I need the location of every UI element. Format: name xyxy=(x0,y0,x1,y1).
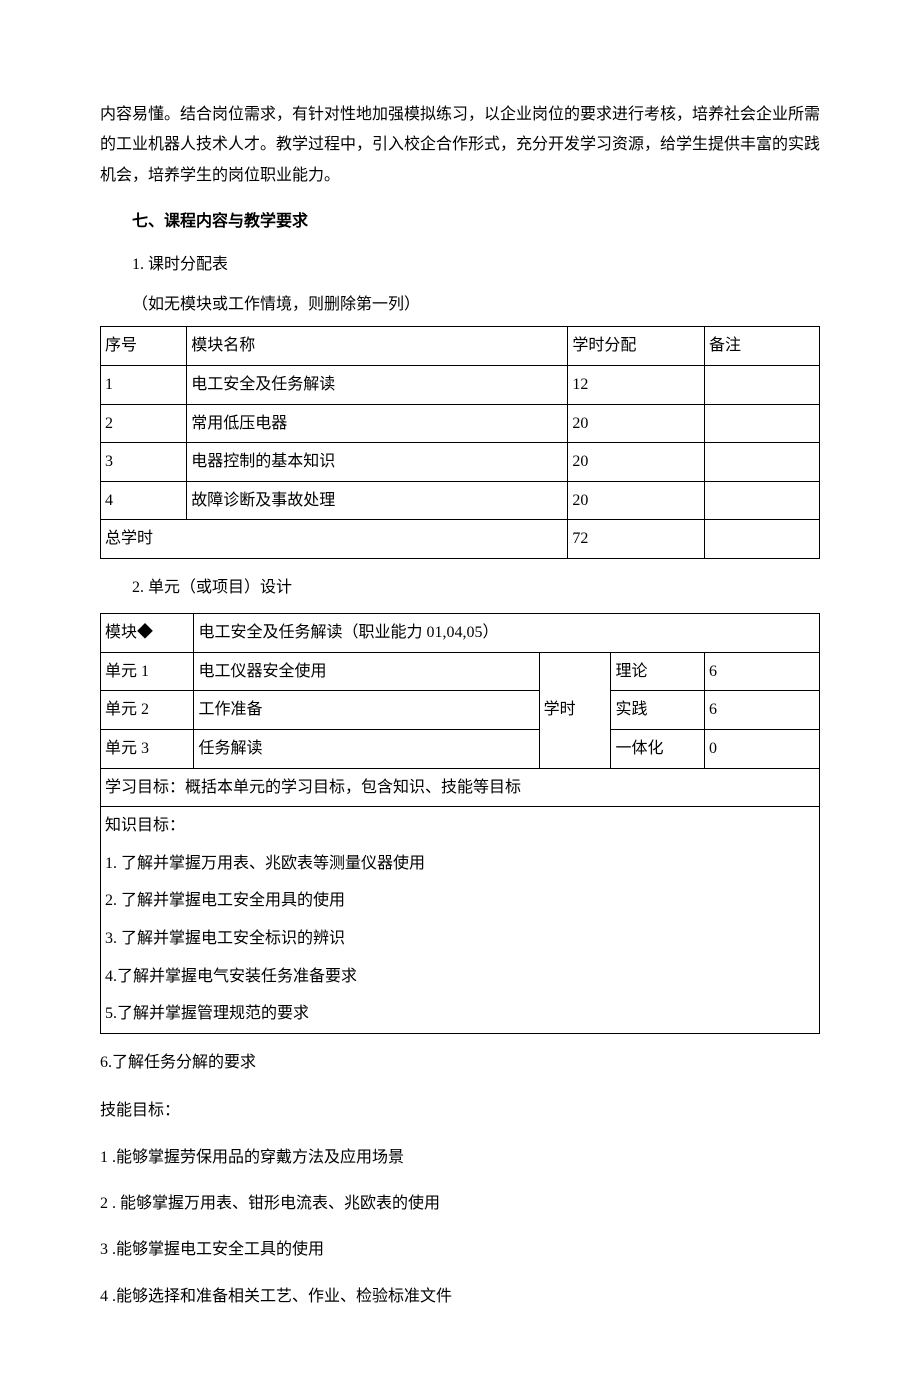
table-row: 序号 模块名称 学时分配 备注 xyxy=(101,327,820,366)
unit2-value: 工作准备 xyxy=(194,691,539,730)
cell-remark xyxy=(704,404,819,443)
cell-name: 电器控制的基本知识 xyxy=(187,443,568,482)
s4: 4 .能够选择和准备相关工艺、作业、检验标准文件 xyxy=(100,1282,820,1312)
section-7-heading: 七、课程内容与教学要求 xyxy=(100,207,820,237)
cell-name: 常用低压电器 xyxy=(187,404,568,443)
cell-name: 故障诊断及事故处理 xyxy=(187,481,568,520)
unit2-label: 单元 2 xyxy=(101,691,194,730)
skill-heading: 技能目标： xyxy=(100,1096,820,1126)
table-row: 单元 2 工作准备 实践 6 xyxy=(101,691,820,730)
cell-hours: 12 xyxy=(568,365,705,404)
theory-label: 理论 xyxy=(611,652,704,691)
cell-remark xyxy=(704,481,819,520)
knowledge-block: 知识目标： 1. 了解并掌握万用表、兆欧表等测量仪器使用 2. 了解并掌握电工安… xyxy=(101,807,820,1034)
goal-line: 学习目标：概括本单元的学习目标，包含知识、技能等目标 xyxy=(101,768,820,807)
intro-paragraph: 内容易懂。结合岗位需求，有针对性地加强模拟练习，以企业岗位的要求进行考核，培养社… xyxy=(100,100,820,191)
integrated-hours: 0 xyxy=(704,730,819,769)
table-row: 学习目标：概括本单元的学习目标，包含知识、技能等目标 xyxy=(101,768,820,807)
sub2-heading: 2. 单元（或项目）设计 xyxy=(100,573,820,603)
cell-seq: 2 xyxy=(101,404,187,443)
total-label: 总学时 xyxy=(101,520,568,559)
total-hours: 72 xyxy=(568,520,705,559)
header-name: 模块名称 xyxy=(187,327,568,366)
theory-hours: 6 xyxy=(704,652,819,691)
unit1-value: 电工仪器安全使用 xyxy=(194,652,539,691)
k3: 3. 了解并掌握电工安全标识的辨识 xyxy=(105,926,815,952)
practice-hours: 6 xyxy=(704,691,819,730)
k1: 1. 了解并掌握万用表、兆欧表等测量仪器使用 xyxy=(105,851,815,877)
s3: 3 .能够掌握电工安全工具的使用 xyxy=(100,1235,820,1265)
s1: 1 .能够掌握劳保用品的穿戴方法及应用场景 xyxy=(100,1143,820,1173)
integrated-label: 一体化 xyxy=(611,730,704,769)
practice-label: 实践 xyxy=(611,691,704,730)
cell-remark xyxy=(704,365,819,404)
k6-line: 6.了解任务分解的要求 xyxy=(100,1048,820,1078)
s2: 2 . 能够掌握万用表、钳形电流表、兆欧表的使用 xyxy=(100,1189,820,1219)
module-label: 模块◆ xyxy=(101,614,194,653)
sub1-note: （如无模块或工作情境，则删除第一列） xyxy=(100,290,820,320)
cell-hours: 20 xyxy=(568,404,705,443)
cell-hours: 20 xyxy=(568,443,705,482)
table-row: 单元 1 电工仪器安全使用 学时 理论 6 xyxy=(101,652,820,691)
cell-seq: 4 xyxy=(101,481,187,520)
table-row: 3 电器控制的基本知识 20 xyxy=(101,443,820,482)
table-row: 4 故障诊断及事故处理 20 xyxy=(101,481,820,520)
table-row: 2 常用低压电器 20 xyxy=(101,404,820,443)
unit3-value: 任务解读 xyxy=(194,730,539,769)
table-row: 单元 3 任务解读 一体化 0 xyxy=(101,730,820,769)
sub1-heading: 1. 课时分配表 xyxy=(100,250,820,280)
unit3-label: 单元 3 xyxy=(101,730,194,769)
unit-design-table: 模块◆ 电工安全及任务解读（职业能力 01,04,05） 单元 1 电工仪器安全… xyxy=(100,613,820,1034)
hours-label: 学时 xyxy=(539,652,611,768)
header-seq: 序号 xyxy=(101,327,187,366)
table-row: 知识目标： 1. 了解并掌握万用表、兆欧表等测量仪器使用 2. 了解并掌握电工安… xyxy=(101,807,820,1034)
table-row: 模块◆ 电工安全及任务解读（职业能力 01,04,05） xyxy=(101,614,820,653)
k4: 4.了解并掌握电气安装任务准备要求 xyxy=(105,964,815,990)
table-row: 总学时 72 xyxy=(101,520,820,559)
k2: 2. 了解并掌握电工安全用具的使用 xyxy=(105,888,815,914)
cell-remark xyxy=(704,443,819,482)
cell-seq: 3 xyxy=(101,443,187,482)
header-remark: 备注 xyxy=(704,327,819,366)
module-value: 电工安全及任务解读（职业能力 01,04,05） xyxy=(194,614,820,653)
knowledge-heading: 知识目标： xyxy=(105,813,815,839)
unit1-label: 单元 1 xyxy=(101,652,194,691)
table-row: 1 电工安全及任务解读 12 xyxy=(101,365,820,404)
cell-seq: 1 xyxy=(101,365,187,404)
header-hours: 学时分配 xyxy=(568,327,705,366)
total-remark xyxy=(704,520,819,559)
course-hours-table: 序号 模块名称 学时分配 备注 1 电工安全及任务解读 12 2 常用低压电器 … xyxy=(100,326,820,559)
cell-name: 电工安全及任务解读 xyxy=(187,365,568,404)
cell-hours: 20 xyxy=(568,481,705,520)
k5: 5.了解并掌握管理规范的要求 xyxy=(105,1001,815,1027)
